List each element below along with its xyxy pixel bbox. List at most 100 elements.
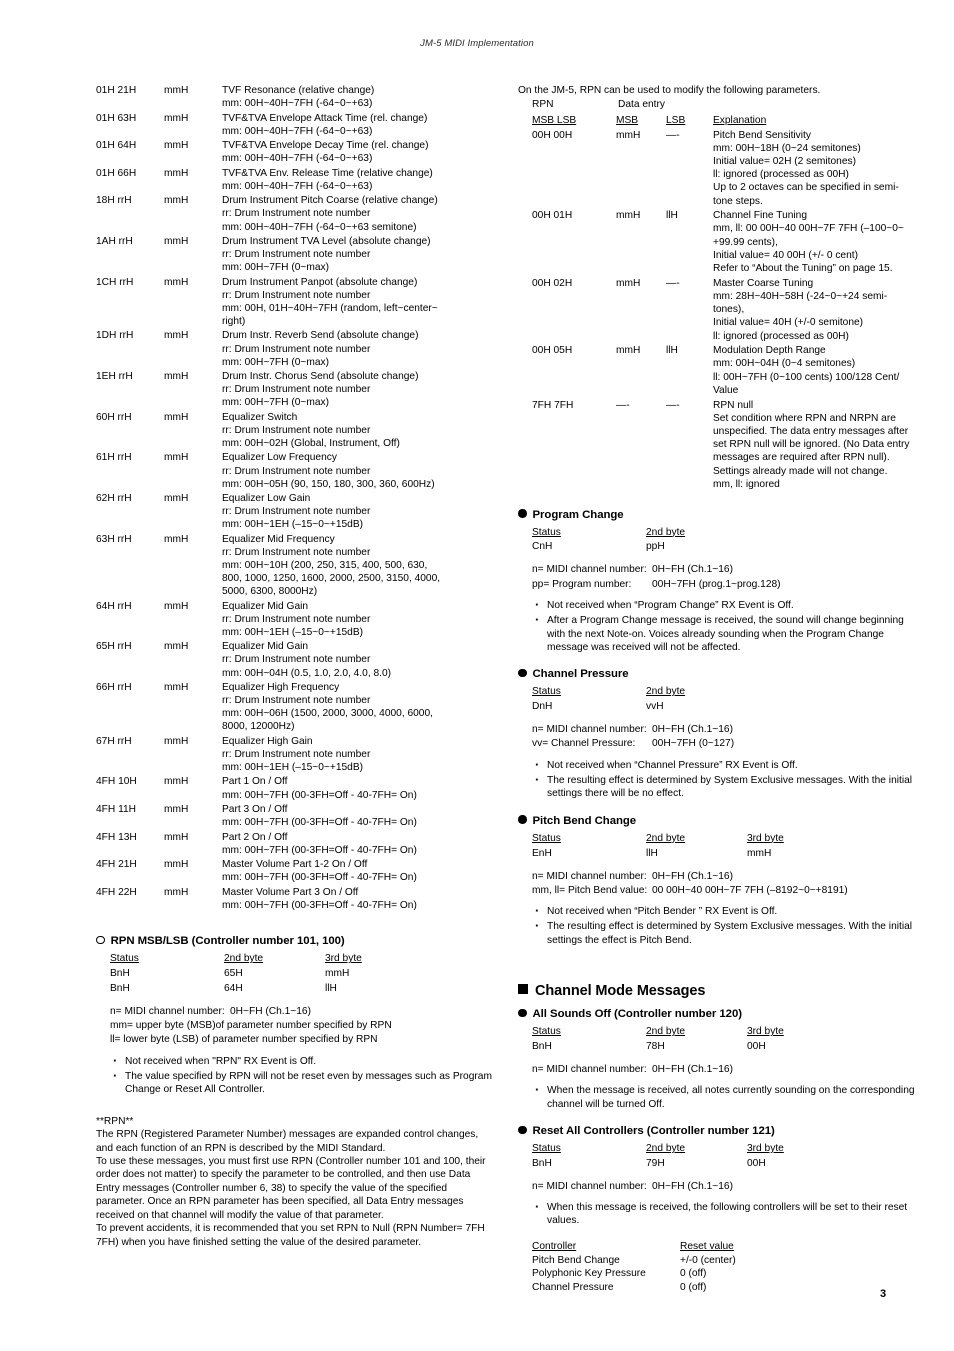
channel-mode-messages-section: Channel Mode Messages All Sounds Off (Co… bbox=[518, 983, 920, 1295]
pitch-bend-bullets: Not received when “Pitch Bender ” RX Eve… bbox=[518, 904, 920, 948]
definition-row: n= MIDI channel number: 0H~FH (Ch.1~16) bbox=[532, 724, 733, 736]
list-item: The value specified by RPN will not be r… bbox=[113, 1069, 496, 1098]
description-line: 5000, 6300, 8000Hz) bbox=[222, 586, 318, 598]
all-sounds-off-section: All Sounds Off (Controller number 120) S… bbox=[518, 1008, 920, 1112]
parameter-value: mmH bbox=[164, 167, 189, 179]
description-line: TVF&TVA Env. Release Time (relative chan… bbox=[222, 167, 433, 179]
parameter-value: mmH bbox=[164, 533, 189, 545]
table-row: 61H rrH mmH Equalizer Low Frequency rr: Dru… bbox=[96, 451, 496, 492]
parameter-value: mmH bbox=[164, 804, 189, 815]
table-row: 00H 05H mmH llH Modulation Depth Range mm: 0… bbox=[532, 344, 909, 398]
running-header: JM-5 MIDI Implementation bbox=[420, 38, 534, 49]
definition-row: mm, ll= Pitch Bend value: 00 00H~40 00H~… bbox=[532, 884, 848, 896]
column-header-3rd-byte: 3rd byte bbox=[747, 832, 784, 844]
description-line: mm: 00H~7FH (00-3FH=Off - 40-7FH= On) bbox=[222, 844, 417, 856]
program-change-byte-table: Status 2nd byte CnH ppH bbox=[532, 526, 747, 556]
table-row: BnH 78H 00H bbox=[532, 1041, 766, 1053]
table-header-row: Status 2nd byte 3rd byte bbox=[110, 952, 362, 967]
table-row: 4FH 21H mmH Master Volume Part 1-2 On / Of… bbox=[96, 858, 496, 886]
description-line: mm: 00H~02H (Global, Instrument, Off) bbox=[222, 437, 400, 449]
parameter-address: 4FH 22H bbox=[96, 886, 137, 898]
parameter-value: mmH bbox=[164, 600, 189, 612]
column-header-status: Status bbox=[532, 1143, 561, 1155]
description-line: TVF&TVA Envelope Decay Time (rel. change… bbox=[222, 140, 429, 152]
parameter-address: 4FH 13H bbox=[96, 831, 137, 843]
reset-all-controllers-section: Reset All Controllers (Controller number… bbox=[518, 1125, 920, 1295]
controller-reset-value: 0 (off) bbox=[680, 1282, 707, 1294]
reset-all-controllers-heading: Reset All Controllers (Controller number… bbox=[518, 1125, 920, 1137]
column-header-2nd-byte: 2nd byte bbox=[646, 1026, 686, 1038]
rpn-bullets: Not received when "RPN" RX Event is Off.… bbox=[96, 1054, 496, 1098]
parameter-address: 4FH 21H bbox=[96, 859, 137, 871]
channel-pressure-definitions: n= MIDI channel number: 0H~FH (Ch.1~16) … bbox=[532, 723, 734, 751]
rpn-note-paragraph: The RPN (Registered Parameter Number) me… bbox=[96, 1129, 479, 1154]
table-row: 4FH 22H mmH Master Volume Part 3 On / Off m… bbox=[96, 886, 496, 914]
parameter-description: Equalizer Mid Gain rr: Drum Instrument no… bbox=[222, 600, 496, 641]
description-line: 800, 1000, 1250, 1600, 2000, 2500, 3150,… bbox=[222, 573, 441, 585]
parameter-description: Drum Instr. Reverb Send (absolute change… bbox=[222, 329, 496, 370]
column-header-msb-lsb: MSB LSB bbox=[532, 114, 577, 126]
column-header-2nd-byte: 2nd byte bbox=[224, 953, 264, 965]
description-line: Equalizer Low Frequency bbox=[222, 452, 337, 464]
description-line: mm: 00H~7FH (00-3FH=Off - 40-7FH= On) bbox=[222, 872, 417, 884]
explanation-line: set RPN null will be ignored. (No Data e… bbox=[713, 439, 910, 451]
explanation-line: Master Coarse Tuning bbox=[713, 277, 814, 289]
table-header-row: Status 2nd byte 3rd byte bbox=[532, 1142, 784, 1157]
description-line: mm: 00H~7FH (0~max) bbox=[222, 262, 329, 274]
rpn-msb-lsb: 00H 02H bbox=[532, 277, 573, 289]
column-header-reset-value: Reset value bbox=[680, 1240, 734, 1252]
column-header-controller: Controller bbox=[532, 1240, 577, 1252]
definition-row: pp= Program number: 00H~7FH (prog.1~prog… bbox=[532, 578, 781, 590]
description-line: rr: Drum Instrument note number bbox=[222, 465, 371, 477]
explanation-line: Initial value= 40H (+/-0 semitone) bbox=[713, 317, 864, 329]
description-line: Drum Instrument Panpot (absolute change) bbox=[222, 276, 418, 288]
parameter-address: 61H rrH bbox=[96, 452, 132, 464]
rpn-byte-table: Status 2nd byte 3rd byte BnH 65H mmH BnH… bbox=[110, 952, 362, 997]
description-line: Equalizer Mid Gain bbox=[222, 641, 309, 653]
data-entry-msb: mmH bbox=[616, 129, 641, 141]
explanation-line: messages are required after RPN null). bbox=[713, 452, 890, 464]
table-header-row: Status 2nd byte 3rd byte bbox=[532, 832, 784, 847]
table-row: 7FH 7FH —- —- RPN null Set condition where R… bbox=[532, 399, 909, 493]
description-line: Drum Instr. Reverb Send (absolute change… bbox=[222, 330, 419, 342]
description-line: mm: 00H~40H~7FH (-64~0~+63) bbox=[222, 125, 373, 137]
document-page: JM-5 MIDI Implementation 01H 21H mmH TVF R… bbox=[0, 0, 954, 1351]
all-sounds-off-byte-table: Status 2nd byte 3rd byte BnH 78H 00H bbox=[532, 1025, 784, 1055]
explanation-line: +99.99 cents), bbox=[713, 236, 778, 248]
table-row: 01H 66H mmH TVF&TVA Env. Release Time (rel… bbox=[96, 167, 496, 195]
description-line: mm: 00H~7FH (0~max) bbox=[222, 397, 329, 409]
description-line: mm: 00H~40H~7FH (-64~0~+63) bbox=[222, 180, 373, 192]
definition-row: ll= lower byte (LSB) of parameter number… bbox=[110, 1034, 378, 1046]
parameter-description: Equalizer Low Frequency rr: Drum Instrume… bbox=[222, 451, 496, 492]
description-line: Drum Instrument TVA Level (absolute chan… bbox=[222, 235, 431, 247]
table-header-row: MSB LSB MSB LSB Explanation bbox=[532, 114, 909, 129]
description-line: 8000, 12000Hz) bbox=[222, 721, 295, 733]
explanation-line: Settings already made will not change. bbox=[713, 465, 888, 477]
explanation-line: ll: ignored (processed as 00H) bbox=[713, 330, 849, 342]
hollow-circle-bullet-icon bbox=[96, 935, 105, 945]
column-header-2nd-byte: 2nd byte bbox=[646, 526, 686, 538]
parameter-address: 60H rrH bbox=[96, 411, 132, 423]
definition-row: n= MIDI channel number: 0H~FH (Ch.1~16) bbox=[532, 1180, 733, 1192]
rpn-explanation: Master Coarse Tuning mm: 28H~40H~58H (-24… bbox=[713, 277, 909, 345]
parameter-value: mmH bbox=[164, 776, 189, 788]
parameter-description: Equalizer Mid Frequency rr: Drum Instrume… bbox=[222, 533, 496, 600]
table-row: DnH vvH bbox=[532, 701, 664, 713]
table-row: 01H 64H mmH TVF&TVA Envelope Decay Time (r… bbox=[96, 139, 496, 167]
table-row: 18H rrH mmH Drum Instrument Pitch Coarse (… bbox=[96, 194, 496, 235]
channel-mode-messages-heading: Channel Mode Messages bbox=[518, 983, 920, 999]
table-row: 60H rrH mmH Equalizer Switch rr: Drum Instr… bbox=[96, 411, 496, 452]
parameter-description: Equalizer Switch rr: Drum Instrument note… bbox=[222, 411, 496, 452]
parameter-address: 67H rrH bbox=[96, 735, 132, 747]
parameter-address: 62H rrH bbox=[96, 493, 132, 505]
rpn-explanation: Pitch Bend Sensitivity mm: 00H~18H (0~24 … bbox=[713, 129, 909, 210]
explanation-line: Modulation Depth Range bbox=[713, 345, 826, 357]
table-row: 4FH 13H mmH Part 2 On / Off mm: 00H~7FH (00… bbox=[96, 831, 496, 859]
column-header-status: Status bbox=[532, 832, 561, 844]
description-line: rr: Drum Instrument note number bbox=[222, 208, 371, 220]
column-header-3rd-byte: 3rd byte bbox=[747, 1026, 784, 1038]
explanation-line: mm: 28H~40H~58H (-24~0~+24 semi- bbox=[713, 290, 888, 302]
table-row: EnH llH mmH bbox=[532, 847, 772, 859]
definition-row: vv= Channel Pressure: 00H~7FH (0~127) bbox=[532, 738, 735, 750]
list-item: Not received when “Pitch Bender ” RX Eve… bbox=[535, 904, 920, 919]
